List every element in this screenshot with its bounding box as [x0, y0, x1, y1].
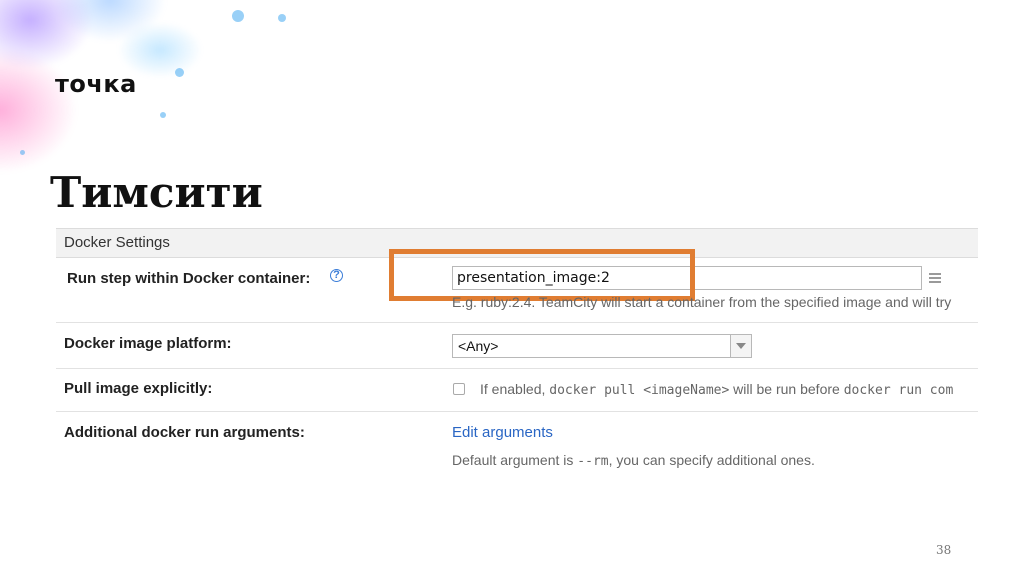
splash-dot [232, 10, 244, 22]
brand-logo: точка [55, 70, 137, 98]
page-number: 38 [936, 543, 952, 557]
row-divider [56, 411, 978, 412]
slide-title: Тимсити [50, 168, 263, 217]
platform-label: Docker image platform: [64, 335, 232, 352]
splash-dot [160, 112, 166, 118]
args-hint-prefix: Default argument is [452, 452, 578, 468]
platform-selected-value: <Any> [458, 338, 499, 354]
args-hint-suffix: , you can specify additional ones. [608, 452, 815, 468]
pull-hint-prefix: If enabled, [480, 381, 550, 397]
run-hint-code: docker run com [843, 383, 954, 398]
splash-dot [278, 14, 286, 22]
splash-dot [175, 68, 184, 77]
row-divider [56, 368, 978, 369]
docker-settings-panel: Docker Settings Run step within Docker c… [56, 228, 978, 488]
platform-select[interactable]: <Any> [452, 334, 752, 358]
row-divider [56, 322, 978, 323]
pull-hint-middle: will be run before [729, 381, 844, 397]
chevron-down-icon[interactable] [730, 335, 751, 357]
args-hint: Default argument is --rm, you can specif… [452, 452, 815, 469]
run-step-hint: E.g. ruby:2.4. TeamCity will start a con… [452, 294, 952, 310]
run-step-label: Run step within Docker container: [67, 270, 311, 287]
args-label: Additional docker run arguments: [64, 424, 305, 441]
pull-label: Pull image explicitly: [64, 380, 213, 397]
pull-hint: If enabled, docker pull <imageName> will… [480, 381, 978, 398]
edit-arguments-link[interactable]: Edit arguments [452, 424, 553, 441]
args-hint-code: --rm [577, 454, 609, 469]
pull-checkbox[interactable] [453, 383, 465, 395]
splash-dot [20, 150, 25, 155]
pull-hint-code: docker pull <imageName> [549, 383, 730, 398]
question-icon[interactable]: ? [330, 269, 343, 282]
list-icon[interactable] [929, 273, 941, 283]
